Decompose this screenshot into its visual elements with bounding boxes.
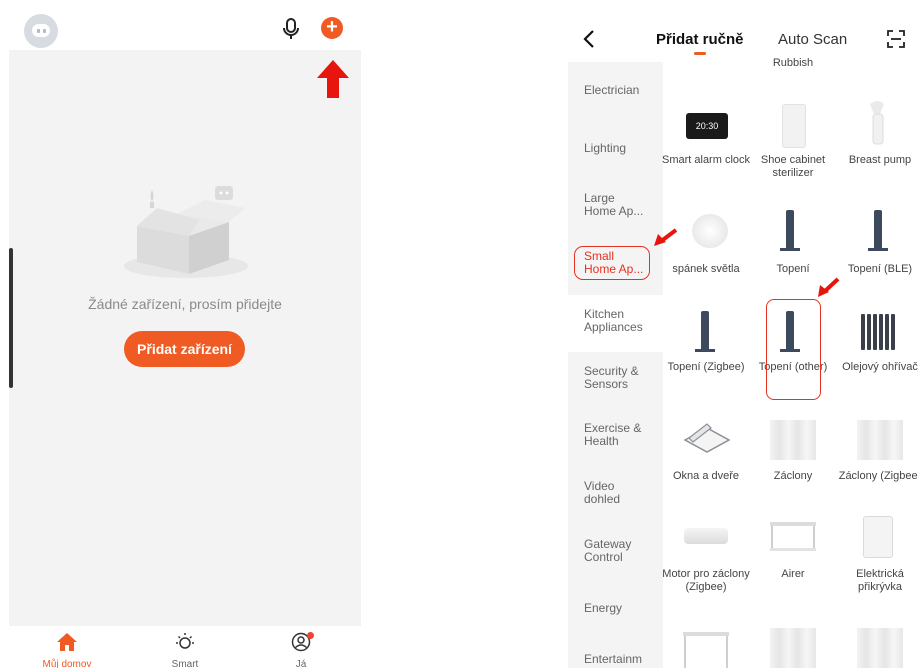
nav-smart[interactable]: Smart: [155, 632, 215, 668]
nav-home[interactable]: Můj domov: [37, 632, 97, 668]
device-heater[interactable]: Topení: [748, 263, 838, 276]
heater-base: [780, 248, 800, 251]
device-curtain-motor-zigbee[interactable]: Motor pro záclony (Zigbee): [661, 568, 751, 594]
heater-ble-base: [868, 248, 888, 251]
home-screen: + Žádné zařízení, prosím přidejte Přidat…: [9, 0, 361, 668]
heater-image[interactable]: [786, 210, 794, 250]
microphone-icon[interactable]: [281, 17, 301, 41]
sun-icon: [176, 633, 194, 649]
oil-heater-image[interactable]: [859, 312, 899, 352]
home-icon: [57, 633, 77, 651]
category-sidebar: Electrician Lighting Large Home Ap... Sm…: [568, 62, 663, 668]
category-video-surveillance[interactable]: Video dohled: [584, 480, 629, 506]
alarm-clock-display: 20:30: [695, 121, 719, 131]
device-electric-blanket[interactable]: Elektrická přikrývka: [835, 568, 918, 594]
partial-device-label: Rubbish: [772, 57, 814, 69]
airer-image[interactable]: [768, 518, 818, 554]
shoe-sterilizer-image[interactable]: [782, 104, 806, 148]
nav-smart-label: Smart: [171, 659, 199, 668]
device-airer[interactable]: Airer: [748, 568, 838, 581]
device-breast-pump[interactable]: Breast pump: [835, 154, 918, 167]
category-large-home-appliances[interactable]: Large Home Ap...: [584, 192, 646, 218]
device-sleep-light[interactable]: spánek světla: [661, 263, 751, 276]
arrow-up-icon: [317, 60, 349, 98]
category-exercise-health[interactable]: Exercise & Health: [584, 422, 646, 448]
pointer-arrow-icon: [818, 277, 840, 297]
category-entertainment[interactable]: Entertainm: [584, 653, 659, 666]
category-security-sensors[interactable]: Security & Sensors: [584, 365, 646, 391]
device-curtains-zigbee[interactable]: Záclony (Zigbee): [835, 470, 918, 483]
curtain-image[interactable]: [770, 420, 816, 460]
category-kitchen-appliances[interactable]: Kitchen Appliances: [584, 308, 654, 334]
notification-dot: [307, 632, 314, 639]
partial-curtain-image-2[interactable]: [857, 628, 903, 668]
alarm-clock-image[interactable]: 20:30: [686, 113, 728, 139]
electric-blanket-image[interactable]: [863, 516, 893, 558]
avatar-icon[interactable]: [24, 14, 58, 48]
bottom-navigation: Můj domov Smart Já: [9, 626, 361, 668]
partial-curtain-image[interactable]: [770, 628, 816, 668]
nav-me-label: Já: [295, 659, 307, 668]
device-windows-doors[interactable]: Okna a dveře: [661, 470, 751, 483]
device-heater-ble[interactable]: Topení (BLE): [835, 263, 918, 276]
nav-home-label: Můj domov: [42, 659, 92, 668]
device-highlight-outline: [766, 299, 821, 400]
nav-me[interactable]: Já: [271, 632, 331, 668]
tab-manual-add[interactable]: Přidat ručně: [656, 31, 744, 48]
add-icon[interactable]: +: [321, 17, 343, 39]
tab-auto-scan[interactable]: Auto Scan: [778, 31, 847, 48]
sleep-light-image[interactable]: [692, 214, 728, 248]
device-shoe-cabinet-sterilizer[interactable]: Shoe cabinet sterilizer: [748, 154, 838, 180]
top-bar: +: [9, 0, 361, 50]
curtain-motor-image[interactable]: [684, 528, 728, 544]
partial-airer-image[interactable]: [681, 628, 731, 668]
heater-zigbee-image[interactable]: [701, 311, 709, 351]
empty-box-illustration: [124, 186, 248, 278]
active-tab-indicator: [694, 52, 706, 55]
breast-pump-image[interactable]: [866, 100, 890, 146]
category-highlight-outline: [574, 246, 650, 280]
window-door-image[interactable]: [681, 420, 733, 456]
empty-state-text: Žádné zařízení, prosím přidejte: [88, 296, 282, 312]
add-device-screen: Přidat ručně Auto Scan Electrician Light…: [568, 0, 918, 668]
heater-zigbee-base: [695, 349, 715, 352]
device-heater-zigbee[interactable]: Topení (Zigbee): [661, 361, 751, 374]
category-gateway-control[interactable]: Gateway Control: [584, 538, 639, 564]
device-smart-alarm-clock[interactable]: Smart alarm clock: [661, 154, 751, 167]
scroll-handle[interactable]: [9, 248, 13, 388]
device-curtains[interactable]: Záclony: [748, 470, 838, 483]
scan-icon[interactable]: [886, 29, 906, 49]
device-oil-heater[interactable]: Olejový ohřívač: [835, 361, 918, 374]
back-arrow-icon[interactable]: [582, 28, 596, 50]
category-lighting[interactable]: Lighting: [584, 142, 659, 155]
add-device-button[interactable]: Přidat zařízení: [124, 331, 245, 367]
category-electrician[interactable]: Electrician: [584, 84, 659, 97]
heater-ble-image[interactable]: [874, 210, 882, 250]
pointer-arrow-icon: [654, 228, 678, 246]
category-energy[interactable]: Energy: [584, 602, 659, 615]
curtain-zigbee-image[interactable]: [857, 420, 903, 460]
